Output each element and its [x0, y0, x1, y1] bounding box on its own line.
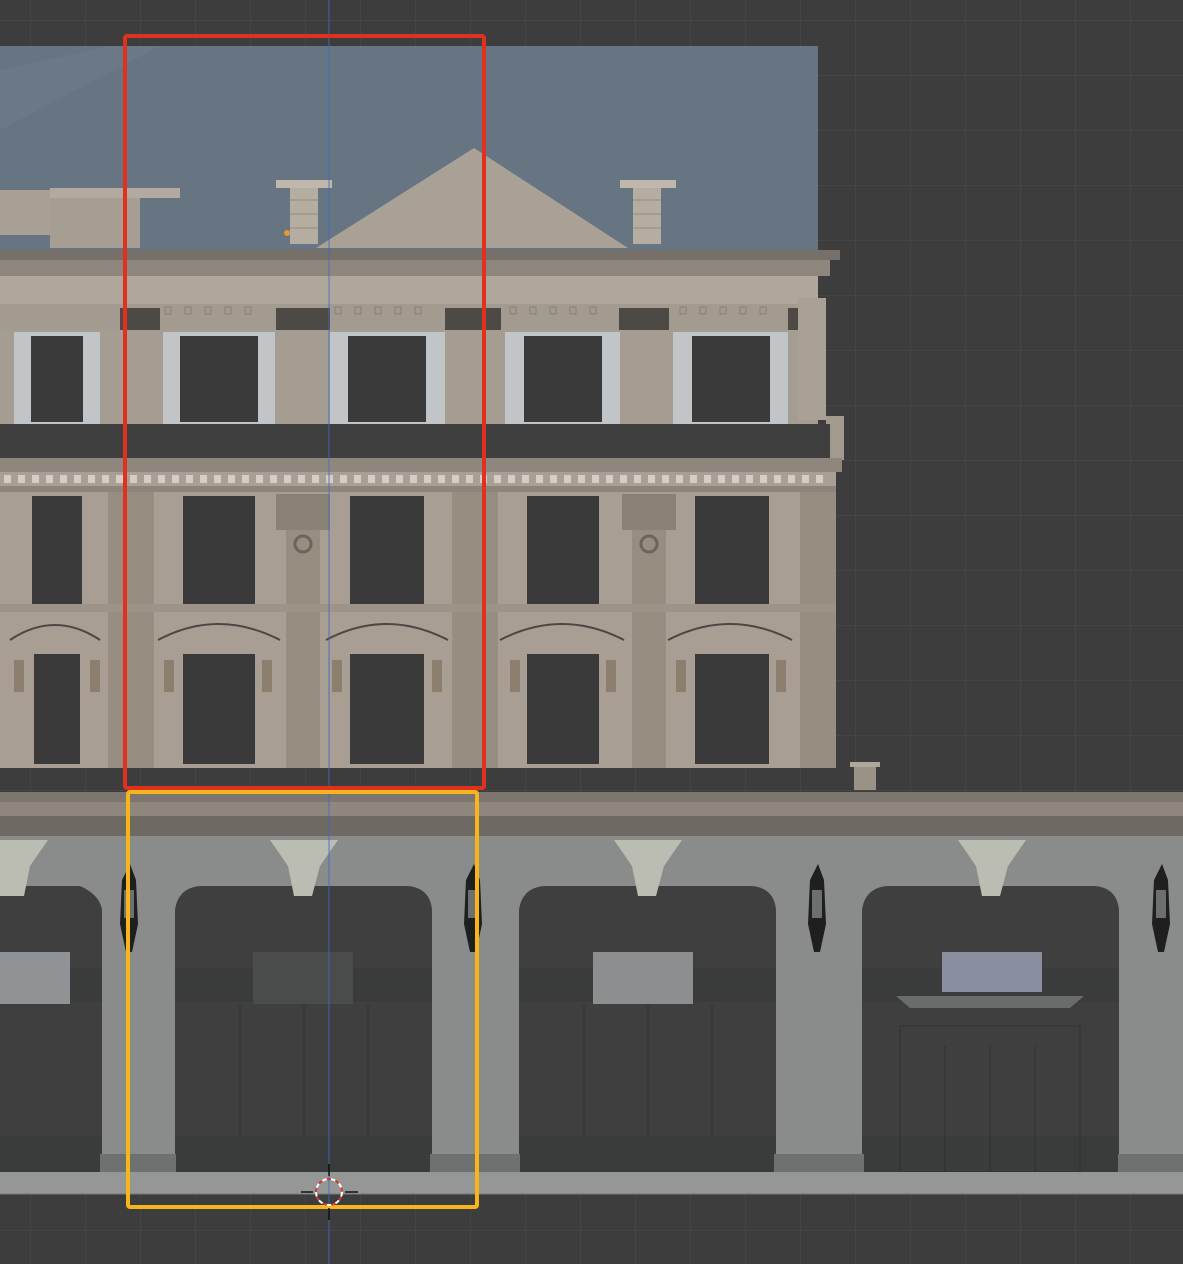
dentil	[550, 475, 557, 483]
dentil	[802, 475, 809, 483]
dentil	[46, 475, 53, 483]
dentil	[662, 475, 669, 483]
dentil	[298, 475, 305, 483]
dentil	[102, 475, 109, 483]
dentil	[158, 475, 165, 483]
dentil	[438, 475, 445, 483]
dentil	[816, 475, 823, 483]
dentil	[88, 475, 95, 483]
dentil	[74, 475, 81, 483]
dentil	[564, 475, 571, 483]
dentil	[172, 475, 179, 483]
dentil	[18, 475, 25, 483]
dentil	[284, 475, 291, 483]
dentil	[424, 475, 431, 483]
dentil	[396, 475, 403, 483]
dentil	[760, 475, 767, 483]
dentil	[186, 475, 193, 483]
dentil	[620, 475, 627, 483]
dentil	[214, 475, 221, 483]
dentil	[704, 475, 711, 483]
dentil	[676, 475, 683, 483]
dentil	[536, 475, 543, 483]
dentil	[410, 475, 417, 483]
dentil	[634, 475, 641, 483]
origin-point-icon	[284, 230, 290, 236]
dentil	[270, 475, 277, 483]
dentil	[4, 475, 11, 483]
dentil	[606, 475, 613, 483]
dentil	[200, 475, 207, 483]
dentil	[774, 475, 781, 483]
dentil	[242, 475, 249, 483]
3d-viewport[interactable]	[0, 0, 1183, 1264]
shop-sign	[0, 952, 70, 1004]
dentil	[732, 475, 739, 483]
dentil	[144, 475, 151, 483]
dentil	[382, 475, 389, 483]
dentil	[690, 475, 697, 483]
dentil	[256, 475, 263, 483]
dentil	[32, 475, 39, 483]
dentil	[116, 475, 123, 483]
capital	[276, 494, 330, 530]
dentil	[452, 475, 459, 483]
building-facade-render	[0, 0, 1183, 1264]
dentil	[648, 475, 655, 483]
dentil	[592, 475, 599, 483]
dentil	[466, 475, 473, 483]
dentil	[718, 475, 725, 483]
dentil	[368, 475, 375, 483]
dentil	[788, 475, 795, 483]
dentil	[494, 475, 501, 483]
dentil	[130, 475, 137, 483]
dentil	[522, 475, 529, 483]
dentil	[228, 475, 235, 483]
dentil	[354, 475, 361, 483]
dentil	[312, 475, 319, 483]
dentil	[508, 475, 515, 483]
dentil	[60, 475, 67, 483]
dentil	[340, 475, 347, 483]
dentil	[578, 475, 585, 483]
dentil	[746, 475, 753, 483]
